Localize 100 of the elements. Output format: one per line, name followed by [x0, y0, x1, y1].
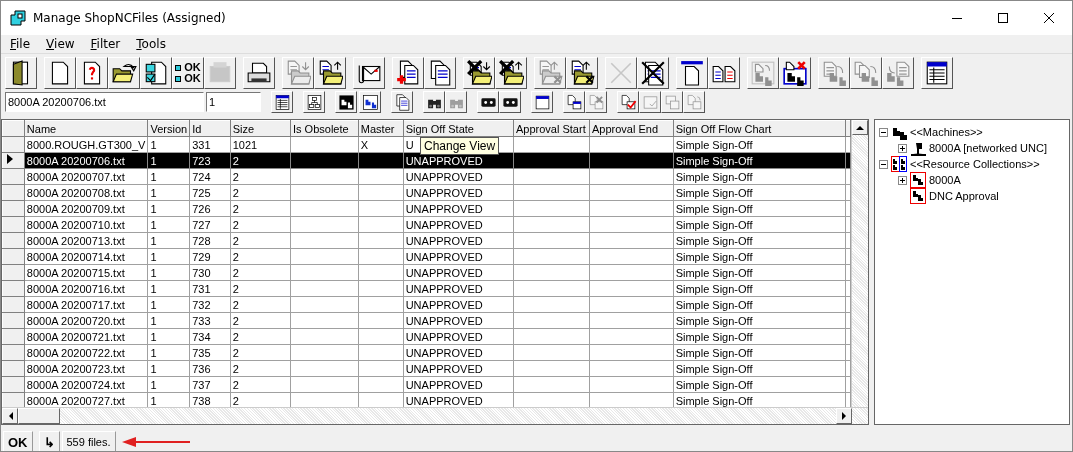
file-name-field[interactable]: 8000A 20200706.txt — [5, 92, 204, 112]
table-cell — [358, 216, 404, 233]
table-cell: 8000A 20200717.txt — [24, 296, 148, 313]
toolbar-button[interactable] — [779, 57, 811, 89]
toolbar-button[interactable] — [617, 91, 639, 113]
page-machine-icon — [821, 60, 847, 86]
column-header[interactable]: Approval End — [589, 120, 674, 137]
table-cell: 1 — [147, 376, 190, 393]
table-cell: Simple Sign-Off — [673, 296, 846, 313]
toolbar-button[interactable] — [108, 57, 140, 89]
table-cell: UNAPPROVED — [403, 184, 514, 201]
menu-item[interactable]: View — [37, 37, 82, 51]
table-cell: 1 — [147, 200, 190, 217]
toolbar-button[interactable] — [495, 57, 527, 89]
toolbar-button[interactable] — [563, 91, 585, 113]
table-cell — [290, 376, 359, 393]
column-header[interactable]: Size — [230, 120, 291, 137]
toolbar-button[interactable] — [423, 91, 445, 113]
toolbar-button[interactable] — [566, 57, 598, 89]
expand-icon[interactable] — [898, 175, 907, 185]
scroll-thumb[interactable] — [18, 408, 60, 424]
column-header[interactable]: Id — [189, 120, 231, 137]
column-header[interactable]: Name — [24, 120, 148, 137]
expand-icon[interactable] — [898, 143, 907, 153]
toolbar-button[interactable] — [314, 57, 346, 89]
page-machine-icon — [885, 60, 911, 86]
tree-item[interactable]: 8000A [networked UNC] — [929, 142, 1047, 154]
table-icon — [273, 93, 291, 111]
column-header[interactable]: Version — [147, 120, 190, 137]
version-field[interactable]: 1 — [206, 92, 261, 112]
table-cell: Simple Sign-Off — [673, 216, 846, 233]
table-cell: 734 — [189, 328, 231, 345]
collapse-icon[interactable] — [879, 127, 888, 137]
toolbar-button[interactable] — [676, 57, 708, 89]
table-cell: 1021 — [230, 136, 291, 153]
menu-item[interactable]: Filter — [81, 37, 128, 51]
folder-delete-icon — [498, 60, 524, 86]
annotation-arrow — [121, 437, 192, 447]
table-cell: 733 — [189, 312, 231, 329]
page-folder-delete-icon — [569, 60, 595, 86]
column-header[interactable]: Sign Off Flow Chart — [673, 120, 846, 137]
toolbar-button[interactable] — [708, 57, 740, 89]
table-cell: Simple Sign-Off — [673, 232, 846, 249]
left-arrow-icon — [7, 412, 13, 420]
toolbar-button[interactable] — [243, 57, 275, 89]
table-cell — [290, 248, 359, 265]
tree-item[interactable]: <<Machines>> — [910, 126, 983, 138]
horizontal-scrollbar[interactable] — [2, 407, 868, 424]
window-title: Manage ShopNCFiles (Assigned) — [33, 11, 227, 25]
column-header[interactable]: Is Obsolete — [290, 120, 359, 137]
menu-item[interactable]: Tools — [127, 37, 173, 51]
collapse-icon[interactable] — [879, 159, 888, 169]
toolbar-button[interactable] — [303, 91, 325, 113]
table-cell — [290, 200, 359, 217]
table-cell: Simple Sign-Off — [673, 136, 846, 153]
menu-item[interactable]: File — [1, 37, 38, 51]
table-cell: 1 — [147, 296, 190, 313]
hierarchy-icon — [305, 93, 323, 111]
pages-icon — [393, 93, 411, 111]
table-cell: Simple Sign-Off — [673, 264, 846, 281]
toolbar-button[interactable] — [392, 57, 424, 89]
machine-delete-icon — [782, 60, 808, 86]
ok-button[interactable]: OK OK — [172, 57, 204, 89]
toolbar-button[interactable] — [140, 57, 172, 89]
table-cell — [290, 168, 359, 185]
toolbar-button[interactable] — [44, 57, 76, 89]
toolbar-button[interactable] — [477, 91, 499, 113]
toolbar-button[interactable] — [424, 57, 456, 89]
toolbar-button[interactable] — [353, 57, 385, 89]
column-header[interactable]: Approval Start — [513, 120, 590, 137]
table-cell — [358, 200, 404, 217]
column-header[interactable]: Sign Off State — [403, 120, 514, 137]
tree-item[interactable]: <<Resource Collections>> — [910, 158, 1040, 170]
table-cell: 1 — [147, 136, 190, 153]
toolbar-button[interactable] — [391, 91, 413, 113]
table-cell: UNAPPROVED — [403, 344, 514, 361]
toolbar-button[interactable] — [271, 91, 293, 113]
table-cell: 1 — [147, 216, 190, 233]
table-cell: 8000A 20200722.txt — [24, 344, 148, 361]
toolbar-button[interactable] — [921, 57, 953, 89]
tree-item[interactable]: 8000A — [929, 174, 961, 186]
toolbar-button[interactable] — [5, 57, 37, 89]
table-cell — [358, 280, 404, 297]
toolbar-button[interactable] — [637, 57, 669, 89]
toolbar-button[interactable] — [531, 91, 553, 113]
table-cell: Simple Sign-Off — [673, 200, 846, 217]
toolbar-button[interactable] — [463, 57, 495, 89]
table-icon — [924, 60, 950, 86]
table-cell: 730 — [189, 264, 231, 281]
toolbar-button[interactable] — [499, 91, 521, 113]
vertical-scrollbar[interactable] — [851, 120, 868, 407]
table-cell: 1 — [147, 312, 190, 329]
column-header[interactable]: Master — [358, 120, 404, 137]
right-arrow-icon — [841, 412, 847, 420]
page-folder-icon — [317, 60, 343, 86]
tree-item[interactable]: DNC Approval — [929, 190, 999, 202]
table-cell: 1 — [147, 280, 190, 297]
pages-machine-icon — [853, 60, 879, 86]
toolbar-button[interactable] — [76, 57, 108, 89]
table-cell: 1 — [147, 184, 190, 201]
